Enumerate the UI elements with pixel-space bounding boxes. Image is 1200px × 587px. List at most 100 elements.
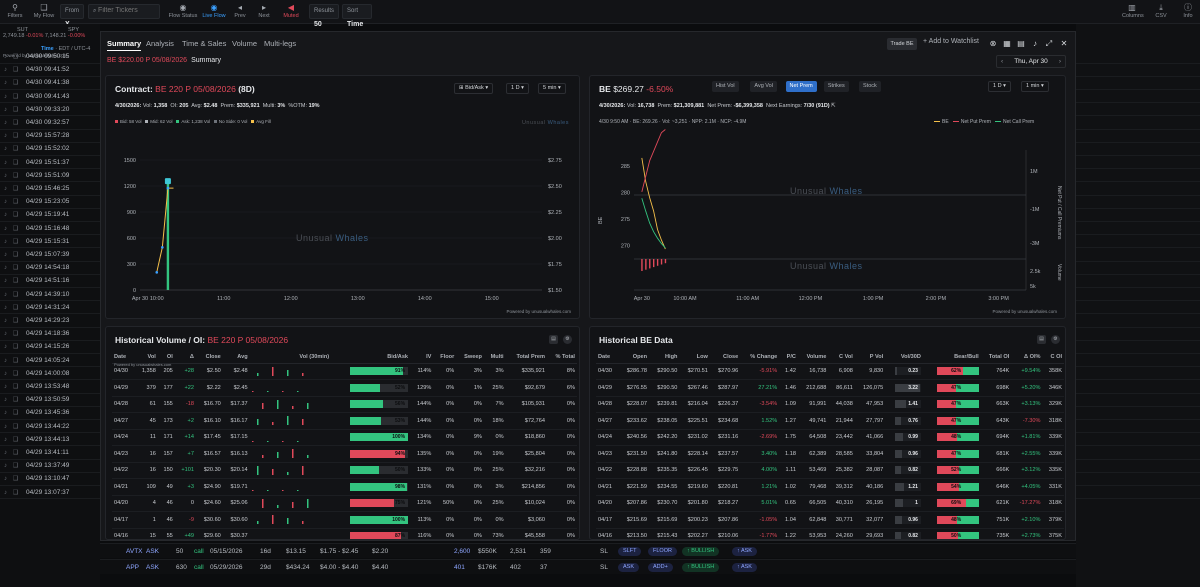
bell-icon[interactable]: ♪ bbox=[4, 447, 9, 459]
bookmark-icon[interactable]: ❑ bbox=[13, 434, 18, 446]
flow-row-right[interactable] bbox=[1076, 64, 1200, 77]
table-row[interactable]: 04/21 $221.59 $234.55 $219.60 $220.81 1.21% 1.… bbox=[596, 478, 1064, 496]
bell-icon[interactable]: ♪ bbox=[4, 196, 9, 208]
table-row[interactable]: 04/21 109 49 +3 $24.90 $19.71 98% 131% 0% 0% 3% $21… bbox=[112, 478, 577, 496]
bell-icon[interactable]: ♪ bbox=[4, 275, 9, 287]
bookmark-icon[interactable]: ❑ bbox=[13, 355, 18, 367]
volume-bar[interactable] bbox=[664, 259, 667, 264]
table-row[interactable]: 04/28 61 155 -18 $16.70 $17.37 56% 144% 0% 0% 7% $1… bbox=[112, 396, 577, 413]
table-row[interactable]: 04/17 1 46 -9 $30.60 $30.60 100% 113% 0% 0% 0% $3,0… bbox=[112, 511, 577, 529]
flow-row-right[interactable] bbox=[1076, 355, 1200, 368]
flow-row[interactable]: AVTX ASK 50 call 05/15/2026 16d $13.15 $1.75 - … bbox=[100, 543, 1076, 558]
volume-bar[interactable] bbox=[649, 259, 651, 269]
flow-row-right[interactable] bbox=[1076, 91, 1200, 104]
flow-row-right[interactable] bbox=[1076, 434, 1200, 447]
columns-button[interactable]: ▥ Columns bbox=[1122, 3, 1144, 21]
flow-row[interactable]: ♪ ❑ 04/29 15:15:31 bbox=[0, 236, 100, 249]
bell-icon[interactable]: ♪ bbox=[4, 130, 9, 142]
bookmark-icon[interactable]: ❑ bbox=[13, 381, 18, 393]
flow-row[interactable]: ♪ ❑ 04/30 09:50:15 bbox=[0, 51, 100, 64]
table-row[interactable]: 04/24 $240.56 $242.20 $231.02 $231.16 -2.69% 1… bbox=[596, 429, 1064, 446]
column-header[interactable]: Vol/30D bbox=[885, 352, 923, 364]
flow-row[interactable]: ♪ ❑ 04/29 14:05:24 bbox=[0, 355, 100, 368]
flow-row[interactable]: ♪ ❑ 04/29 13:45:36 bbox=[0, 407, 100, 420]
bookmark-icon[interactable]: ❑ bbox=[13, 460, 18, 472]
stock-chart[interactable]: 270 275 280 285 BE 1M -1M -3M 2.5k 5k Net Put / Ca… bbox=[590, 126, 1067, 316]
flow-row-right[interactable] bbox=[1076, 315, 1200, 328]
calculator-icon[interactable]: ▦ bbox=[1002, 39, 1012, 49]
bookmark-icon[interactable]: ❑ bbox=[13, 368, 18, 380]
bookmark-icon[interactable]: ❑ bbox=[13, 473, 18, 485]
table-row[interactable]: 04/30 $286.78 $290.50 $270.51 $270.96 -5.91% 1… bbox=[596, 363, 1064, 380]
table-row[interactable]: 04/23 16 157 +7 $16.57 $16.13 94% 135% 0% 0% 19% $2… bbox=[112, 445, 577, 463]
stock-tab-strikes[interactable]: Strikes bbox=[823, 81, 849, 92]
flow-row-right[interactable] bbox=[1076, 447, 1200, 460]
flow-row[interactable]: ♪ ❑ 04/29 13:41:11 bbox=[0, 447, 100, 460]
live-flow-button[interactable]: ◉ Live Flow bbox=[201, 3, 227, 21]
flow-row-right[interactable] bbox=[1076, 262, 1200, 275]
table-export-icon[interactable]: ▤ bbox=[549, 335, 558, 344]
date-navigator[interactable]: ‹ Thu, Apr 30 › bbox=[996, 55, 1066, 68]
filters-button[interactable]: ⚲ Filters bbox=[6, 3, 24, 21]
flow-row[interactable]: ♪ ❑ 04/29 15:52:02 bbox=[0, 143, 100, 156]
tab-summary[interactable]: Summary bbox=[107, 39, 142, 51]
flow-row-right[interactable] bbox=[1076, 381, 1200, 394]
bookmark-icon[interactable]: ❑ bbox=[13, 275, 18, 287]
table-row[interactable]: 04/16 15 55 +49 $29.60 $30.37 87% 116% 0% 0% 73% $4… bbox=[112, 528, 577, 539]
flow-row[interactable]: ♪ ❑ 04/30 09:41:52 bbox=[0, 64, 100, 77]
flow-row[interactable]: ♪ ❑ 04/29 14:31:24 bbox=[0, 302, 100, 315]
bell-icon[interactable]: ♪ bbox=[4, 209, 9, 221]
close-circle-icon[interactable]: ⊗ bbox=[988, 39, 998, 49]
tab-volume[interactable]: Volume bbox=[232, 39, 257, 48]
avg-fill-point[interactable] bbox=[155, 271, 159, 274]
bell-icon[interactable]: ♪ bbox=[4, 394, 9, 406]
info-button[interactable]: ⓘ Info bbox=[1182, 3, 1194, 21]
flow-row-right[interactable] bbox=[1076, 77, 1200, 90]
stock-interval-select[interactable]: 1 min ▾ bbox=[1021, 81, 1049, 92]
bookmark-icon[interactable]: ❑ bbox=[13, 51, 18, 63]
flow-row[interactable]: ♪ ❑ 04/29 13:37:49 bbox=[0, 460, 100, 473]
bookmark-icon[interactable]: ❑ bbox=[13, 341, 18, 353]
column-header[interactable]: C OI bbox=[1042, 352, 1064, 364]
flow-row-right[interactable] bbox=[1076, 394, 1200, 407]
bookmark-icon[interactable]: ❑ bbox=[13, 223, 18, 235]
settings-icon[interactable]: ⚙ bbox=[563, 335, 572, 344]
bookmark-icon[interactable]: ❑ bbox=[13, 91, 18, 103]
bell-icon[interactable]: ♪ bbox=[4, 170, 9, 182]
flow-row[interactable]: ♪ ❑ 04/29 13:44:22 bbox=[0, 421, 100, 434]
flow-row-right[interactable] bbox=[1076, 249, 1200, 262]
stock-tab-avg-vol[interactable]: Avg Vol bbox=[750, 81, 777, 92]
expand-icon[interactable]: ⤢ bbox=[1044, 39, 1054, 49]
from-field[interactable]: From X bbox=[60, 4, 84, 28]
close-icon[interactable]: ✕ bbox=[1059, 39, 1069, 49]
flow-row-right[interactable] bbox=[1076, 209, 1200, 222]
flow-row[interactable]: ♪ ❑ 04/29 13:44:13 bbox=[0, 434, 100, 447]
flow-row[interactable]: ♪ ❑ 04/29 15:07:39 bbox=[0, 249, 100, 262]
chart-icon[interactable]: ▤ bbox=[1016, 39, 1026, 49]
bookmark-icon[interactable]: ❑ bbox=[13, 130, 18, 142]
column-header[interactable]: P Vol bbox=[854, 352, 886, 364]
table-row[interactable]: 04/29 379 177 +22 $2.22 $2.45 52% 129% 0% 1% 25% $9… bbox=[112, 379, 577, 397]
flow-row[interactable]: ♪ ❑ 04/29 14:15:26 bbox=[0, 341, 100, 354]
bookmark-icon[interactable]: ❑ bbox=[13, 394, 18, 406]
flow-row-right[interactable] bbox=[1076, 143, 1200, 156]
column-header[interactable]: High bbox=[649, 352, 680, 364]
column-header[interactable]: Close bbox=[709, 352, 741, 364]
flow-row-right[interactable] bbox=[1076, 223, 1200, 236]
bookmark-icon[interactable]: ❑ bbox=[13, 143, 18, 155]
bookmark-icon[interactable]: ❑ bbox=[13, 209, 18, 221]
flow-row[interactable]: ♪ ❑ 04/29 14:29:23 bbox=[0, 315, 100, 328]
flow-row-right[interactable] bbox=[1076, 51, 1200, 64]
column-header[interactable]: C Vol bbox=[828, 352, 855, 364]
chevron-left-icon[interactable]: ‹ bbox=[1001, 56, 1003, 67]
column-header[interactable]: Avg bbox=[222, 352, 250, 364]
bell-icon[interactable]: ♪ bbox=[4, 355, 9, 367]
bell-icon[interactable]: ♪ bbox=[4, 407, 9, 419]
table-row[interactable]: 04/29 $276.55 $290.50 $267.46 $287.97 27.21% 1… bbox=[596, 379, 1064, 397]
table-row[interactable]: 04/16 $213.50 $215.43 $202.27 $210.06 -1.77% 1… bbox=[596, 528, 1064, 539]
bookmark-icon[interactable]: ❑ bbox=[13, 302, 18, 314]
bookmark-icon[interactable]: ❑ bbox=[13, 249, 18, 261]
column-header[interactable]: Bid/Ask bbox=[331, 352, 411, 364]
bell-icon[interactable]: ♪ bbox=[4, 104, 9, 116]
bookmark-icon[interactable]: ❑ bbox=[13, 170, 18, 182]
